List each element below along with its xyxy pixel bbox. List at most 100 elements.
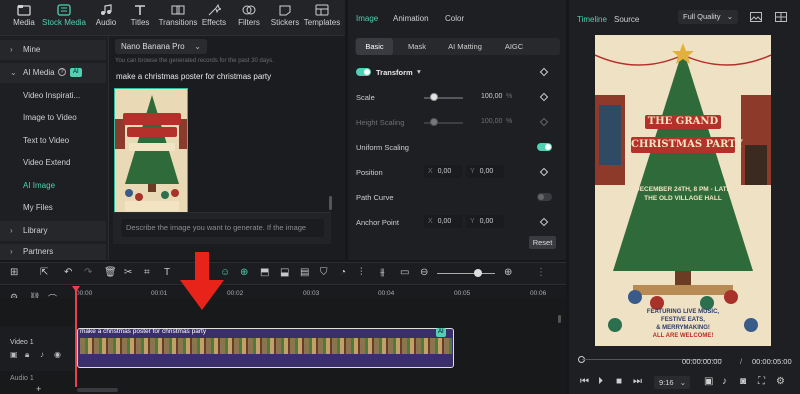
poster-date: DECEMBER 24TH, 8 PM - LATE [635, 186, 731, 193]
zoom-out-icon[interactable]: ⊖ [420, 268, 428, 278]
sidebar-item-my-files[interactable]: My Files [0, 198, 106, 218]
play-reverse-icon[interactable]: ⏵ [598, 376, 603, 387]
zoom-slider-knob[interactable] [474, 269, 482, 277]
settings-icon[interactable]: ⚙ [776, 376, 785, 387]
anchor-x-field[interactable]: X 0,00 [424, 215, 462, 228]
height-scaling-label: Height Scaling [356, 118, 405, 127]
position-x-field[interactable]: X 0,00 [424, 165, 462, 178]
sidebar-item-text-to-video[interactable]: Text to Video [0, 131, 106, 151]
tab-timeline[interactable]: Timeline [577, 15, 607, 24]
timeline-scrollbar[interactable] [77, 388, 118, 392]
replace-icon[interactable]: ⬓ [280, 268, 289, 278]
category-transitions[interactable]: Transitions [157, 4, 199, 27]
undo-icon[interactable]: ↶ [64, 268, 72, 278]
position-y-field[interactable]: Y 0,00 [466, 165, 504, 178]
crop-tool-icon[interactable]: ⌗ [144, 268, 150, 278]
crop-icon[interactable]: ▣ [704, 376, 713, 387]
speed-icon[interactable]: ◔ [340, 268, 346, 278]
tab-source[interactable]: Source [614, 15, 639, 24]
category-templates[interactable]: Templates [301, 4, 343, 27]
next-frame-icon[interactable]: ⏭ [633, 376, 642, 387]
sidebar-item-video-extend[interactable]: Video Extend [0, 153, 106, 173]
category-label: Transitions [158, 18, 198, 27]
category-effects[interactable]: Effects [194, 4, 234, 27]
sidebar: › Mine ⌄ AI Media ? AI Video Inspirati... … [0, 36, 108, 260]
delete-icon[interactable]: 🗑 [104, 268, 117, 278]
audio-mixer-icon[interactable]: ⫶ [360, 268, 363, 278]
image-icon[interactable] [750, 12, 762, 22]
tab-image[interactable]: Image [356, 14, 378, 23]
volume-icon[interactable]: ♪ [722, 376, 727, 387]
total-time: 00:00:05:00 [752, 357, 792, 366]
height-scaling-knob[interactable] [430, 118, 438, 126]
category-stock-media[interactable]: Stock Media [41, 4, 87, 27]
previous-frame-icon[interactable]: ⏮ [580, 376, 589, 387]
media-icon[interactable]: ▤ [300, 268, 309, 278]
category-filters[interactable]: Filters [229, 4, 269, 27]
layout-grid-icon[interactable]: ⊞ [10, 268, 18, 278]
track-scrollbar[interactable] [558, 315, 561, 323]
reset-button[interactable]: Reset [529, 236, 556, 249]
shield-icon[interactable]: ⛉ [320, 268, 328, 278]
mark-icon[interactable]: ⬒ [260, 268, 269, 278]
path-curve-toggle[interactable] [537, 193, 552, 201]
fullscreen-icon[interactable]: ⛶ [758, 376, 765, 387]
text-tool-icon[interactable]: T [164, 268, 170, 278]
sidebar-item-video-inspiration[interactable]: Video Inspirati... [0, 86, 106, 106]
volume-icon[interactable]: ♪ [40, 350, 44, 359]
lock-icon[interactable]: 🔒︎ [25, 350, 29, 360]
add-track-icon[interactable]: + [36, 384, 41, 394]
help-icon[interactable]: ? [58, 68, 66, 76]
more-options-icon[interactable]: ⋮ [536, 268, 546, 278]
sidebar-item-ai-media[interactable]: ⌄ AI Media ? AI [0, 63, 106, 83]
scale-slider-knob[interactable] [430, 93, 438, 101]
sidebar-item-image-to-video[interactable]: Image to Video [0, 108, 106, 128]
tab-color[interactable]: Color [445, 14, 464, 23]
subtab-mask[interactable]: Mask [400, 38, 434, 55]
height-scaling-value[interactable]: 100,00 [481, 118, 502, 125]
anchor-y-field[interactable]: Y 0,00 [466, 215, 504, 228]
redo-icon[interactable]: ↷ [84, 268, 92, 278]
category-stickers[interactable]: Stickers [265, 4, 305, 27]
sidebar-item-library[interactable]: › Library [0, 221, 106, 241]
stop-icon[interactable]: ■ [616, 376, 622, 387]
adjust-icon[interactable]: ⫵ [380, 268, 385, 278]
subtab-aigc[interactable]: AIGC [495, 38, 533, 55]
link-tool-icon[interactable]: ⊕ [240, 268, 248, 278]
category-label: Stickers [270, 18, 300, 27]
subtab-basic[interactable]: Basic [356, 38, 393, 55]
uniform-scaling-toggle[interactable] [537, 143, 552, 151]
transform-toggle[interactable] [356, 68, 371, 76]
content-scrollbar[interactable] [329, 196, 332, 210]
sidebar-item-mine[interactable]: › Mine [0, 40, 106, 60]
select-tool-icon[interactable]: ⇱ [40, 268, 48, 278]
grid-icon[interactable] [775, 12, 787, 22]
path-curve-label: Path Curve [356, 193, 394, 202]
track-icon[interactable]: ▣ [10, 350, 18, 359]
generated-image-thumbnail[interactable] [114, 88, 188, 213]
split-icon[interactable]: ✂ [124, 268, 132, 278]
aspect-ratio-dropdown[interactable]: 9:16 ⌄ [654, 376, 690, 389]
playhead[interactable] [75, 287, 77, 387]
render-icon[interactable]: ▭ [400, 268, 409, 278]
category-media[interactable]: Media [4, 4, 44, 27]
ruler-tick: 00:04 [378, 290, 395, 297]
eye-icon[interactable]: ◉ [54, 350, 61, 359]
quality-dropdown[interactable]: Full Quality ⌄ [678, 10, 738, 24]
chevron-down-icon[interactable]: ▾ [417, 67, 421, 76]
zoom-in-icon[interactable]: ⊕ [504, 268, 512, 278]
subtab-ai-matting[interactable]: AI Matting [441, 38, 489, 55]
chevron-right-icon: › [10, 45, 13, 54]
category-titles[interactable]: Titles [120, 4, 160, 27]
sidebar-item-partners[interactable]: › Partners [0, 244, 106, 260]
prompt-input[interactable]: Describe the image you want to generate.… [121, 219, 324, 237]
zoom-slider[interactable] [437, 273, 495, 274]
model-dropdown[interactable]: Nano Banana Pro ⌄ [115, 39, 207, 54]
transform-section[interactable]: Transform [376, 68, 413, 77]
snapshot-icon[interactable]: ◙ [740, 376, 746, 387]
tab-animation[interactable]: Animation [393, 14, 429, 23]
clip-title: make a christmas poster for christmas pa… [80, 328, 207, 335]
scale-value[interactable]: 100,00 [481, 93, 502, 100]
effects-icon [208, 4, 221, 16]
sidebar-item-ai-image[interactable]: AI Image [0, 176, 106, 196]
